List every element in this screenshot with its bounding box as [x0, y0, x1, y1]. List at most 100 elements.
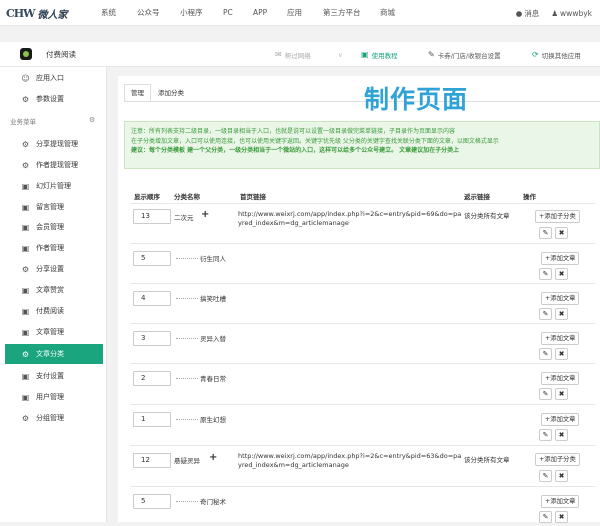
table-row: 2 青春日常 +添加文章 ✎ ✖ — [130, 363, 596, 403]
edit-icon[interactable]: ✎ — [539, 227, 552, 239]
notice-line: 在子分类增加文章，入口可以使用连接，也可以使用关键字返回。关键字优先级 父分类的… — [131, 137, 499, 145]
sidebar-item-slides[interactable]: ▣ 幻灯片管理 — [0, 176, 106, 196]
edit-icon[interactable]: ✎ — [539, 268, 552, 280]
plus-icon[interactable]: + — [201, 209, 209, 220]
sidebar-item-paid-reading[interactable]: ▣ 付费阅读 — [0, 301, 106, 321]
delete-icon[interactable]: ✖ — [555, 511, 568, 523]
sidebar-item-share-withdraw[interactable]: ⚙ 分享提现管理 — [0, 134, 106, 154]
order-input[interactable]: 1 — [133, 412, 171, 427]
delete-icon[interactable]: ✖ — [555, 470, 568, 482]
square-icon: ▣ — [21, 306, 30, 316]
nav-pc[interactable]: PC — [223, 0, 233, 26]
sidebar-item-app-entry[interactable]: ☺ 应用入口 — [0, 68, 106, 88]
add-article-label: 添加文章 — [550, 498, 576, 505]
sidebar-item-payment[interactable]: ▣ 支付设置 — [0, 366, 106, 386]
table-row: 4 搞笑吐槽 +添加文章 ✎ ✖ — [130, 283, 596, 323]
table-row: 3 灵异入替 +添加文章 ✎ ✖ — [130, 323, 596, 363]
switch-app-link[interactable]: ⟳ 切换其他应用 — [532, 42, 581, 67]
sidebar-item-label: 分享设置 — [36, 265, 64, 273]
cardstore-settings-link[interactable]: ✎ 卡券/门店/收银台设置 — [428, 42, 501, 67]
nav-system[interactable]: 系统 — [101, 0, 116, 26]
user-icon: ♟ — [551, 8, 559, 18]
sidebar-item-params[interactable]: ⚙ 参数设置 — [0, 89, 106, 109]
tab-add-category[interactable]: 添加分类 — [151, 84, 191, 102]
bell-icon: ● — [515, 8, 523, 18]
table-row: 13 二次元 + http://www.weixrj.com/app/index… — [130, 203, 596, 243]
site-logo[interactable]: CHW 微人家 — [6, 4, 68, 22]
add-article-button[interactable]: +添加文章 — [541, 372, 580, 385]
add-child-button[interactable]: +添加子分类 — [535, 453, 580, 466]
nav-app[interactable]: APP — [253, 0, 267, 26]
edit-icon[interactable]: ✎ — [539, 511, 552, 523]
plus-icon[interactable]: + — [209, 452, 217, 463]
edit-icon[interactable]: ✎ — [539, 388, 552, 400]
nav-mini-program[interactable]: 小程序 — [180, 0, 203, 26]
delete-icon[interactable]: ✖ — [555, 429, 568, 441]
add-article-button[interactable]: +添加文章 — [541, 252, 580, 265]
delete-icon[interactable]: ✖ — [555, 268, 568, 280]
gear-icon: ⚙ — [21, 413, 30, 423]
delete-icon[interactable]: ✖ — [555, 348, 568, 360]
delete-icon[interactable]: ✖ — [555, 227, 568, 239]
table-row: 5 衍生同人 +添加文章 ✎ ✖ — [130, 243, 596, 283]
smile-icon: ☺ — [21, 73, 30, 83]
add-article-button[interactable]: +添加文章 — [541, 495, 580, 508]
help-link[interactable]: ✉ 帮过网络 — [275, 42, 311, 67]
tutorial-link[interactable]: ▣ 使用教程 — [361, 42, 398, 67]
sidebar-item-users[interactable]: ▣ 用户管理 — [0, 387, 106, 407]
username: wwwbyk — [560, 8, 592, 18]
nav-apps[interactable]: 应用 — [287, 0, 302, 26]
edit-icon[interactable]: ✎ — [539, 308, 552, 320]
sidebar-item-groups[interactable]: ⚙ 分组管理 — [0, 408, 106, 428]
app-icon — [20, 48, 32, 60]
edit-icon[interactable]: ✎ — [539, 348, 552, 360]
sidebar-item-articles[interactable]: ▣ 文章管理 — [0, 322, 106, 342]
user-menu[interactable]: ♟ wwwbyk — [551, 9, 592, 18]
square-icon: ▣ — [21, 371, 30, 381]
tab-manage[interactable]: 管理 — [124, 84, 151, 102]
tree-connector — [176, 378, 198, 379]
col-order: 显示顺序 — [134, 193, 160, 201]
sidebar-item-members[interactable]: ▣ 会员管理 — [0, 217, 106, 237]
edit-icon[interactable]: ✎ — [539, 470, 552, 482]
sidebar-item-article-categories[interactable]: ⚙ 文章分类 — [5, 344, 103, 364]
sidebar-item-label: 付费阅读 — [36, 307, 64, 315]
tree-connector — [176, 338, 198, 339]
app-title: 付费阅读 — [46, 50, 76, 59]
order-input[interactable]: 3 — [133, 331, 171, 346]
sidebar-item-label: 留言管理 — [36, 203, 64, 211]
square-icon: ▣ — [21, 392, 30, 402]
square-icon: ▣ — [21, 181, 30, 191]
app-subbar: 付费阅读 ✉ 帮过网络 ∨ ▣ 使用教程 ✎ 卡券/门店/收银台设置 ⟳ 切换其… — [0, 42, 600, 67]
category-name: 灵异入替 — [200, 335, 226, 343]
add-article-button[interactable]: +添加文章 — [541, 332, 580, 345]
order-input[interactable]: 12 — [133, 453, 171, 468]
tutorial-label: 使用教程 — [371, 51, 398, 60]
order-input[interactable]: 4 — [133, 291, 171, 306]
category-name: 青春日常 — [200, 375, 226, 383]
chevron-down-icon[interactable]: ∨ — [338, 42, 343, 67]
order-input[interactable]: 5 — [133, 251, 171, 266]
overlay-title: 制作页面 — [364, 85, 469, 114]
order-input[interactable]: 13 — [133, 209, 171, 224]
nav-official-account[interactable]: 公众号 — [137, 0, 160, 26]
delete-icon[interactable]: ✖ — [555, 308, 568, 320]
sidebar-item-label: 分享提现管理 — [36, 140, 78, 148]
delete-icon[interactable]: ✖ — [555, 388, 568, 400]
add-article-button[interactable]: +添加文章 — [541, 292, 580, 305]
sidebar-item-comments[interactable]: ▣ 留言管理 — [0, 197, 106, 217]
edit-icon[interactable]: ✎ — [539, 429, 552, 441]
add-child-button[interactable]: +添加子分类 — [535, 210, 580, 223]
sidebar-item-author-withdraw[interactable]: ⚙ 作者提现管理 — [0, 155, 106, 175]
category-keyword: 该分类所有文章 — [464, 456, 510, 464]
sidebar-item-share-settings[interactable]: ⚙ 分享设置 — [0, 259, 106, 279]
nav-third-party[interactable]: 第三方平台 — [323, 0, 361, 26]
order-input[interactable]: 5 — [133, 494, 171, 509]
gear-icon[interactable]: ⚙ — [89, 116, 95, 124]
messages-link[interactable]: ● 消息 — [516, 8, 540, 19]
sidebar-item-authors[interactable]: ▣ 作者管理 — [0, 238, 106, 258]
sidebar-item-article-tips[interactable]: ▣ 文章赞赏 — [0, 280, 106, 300]
add-article-button[interactable]: +添加文章 — [541, 413, 580, 426]
nav-shop[interactable]: 商城 — [380, 0, 395, 26]
order-input[interactable]: 2 — [133, 371, 171, 386]
